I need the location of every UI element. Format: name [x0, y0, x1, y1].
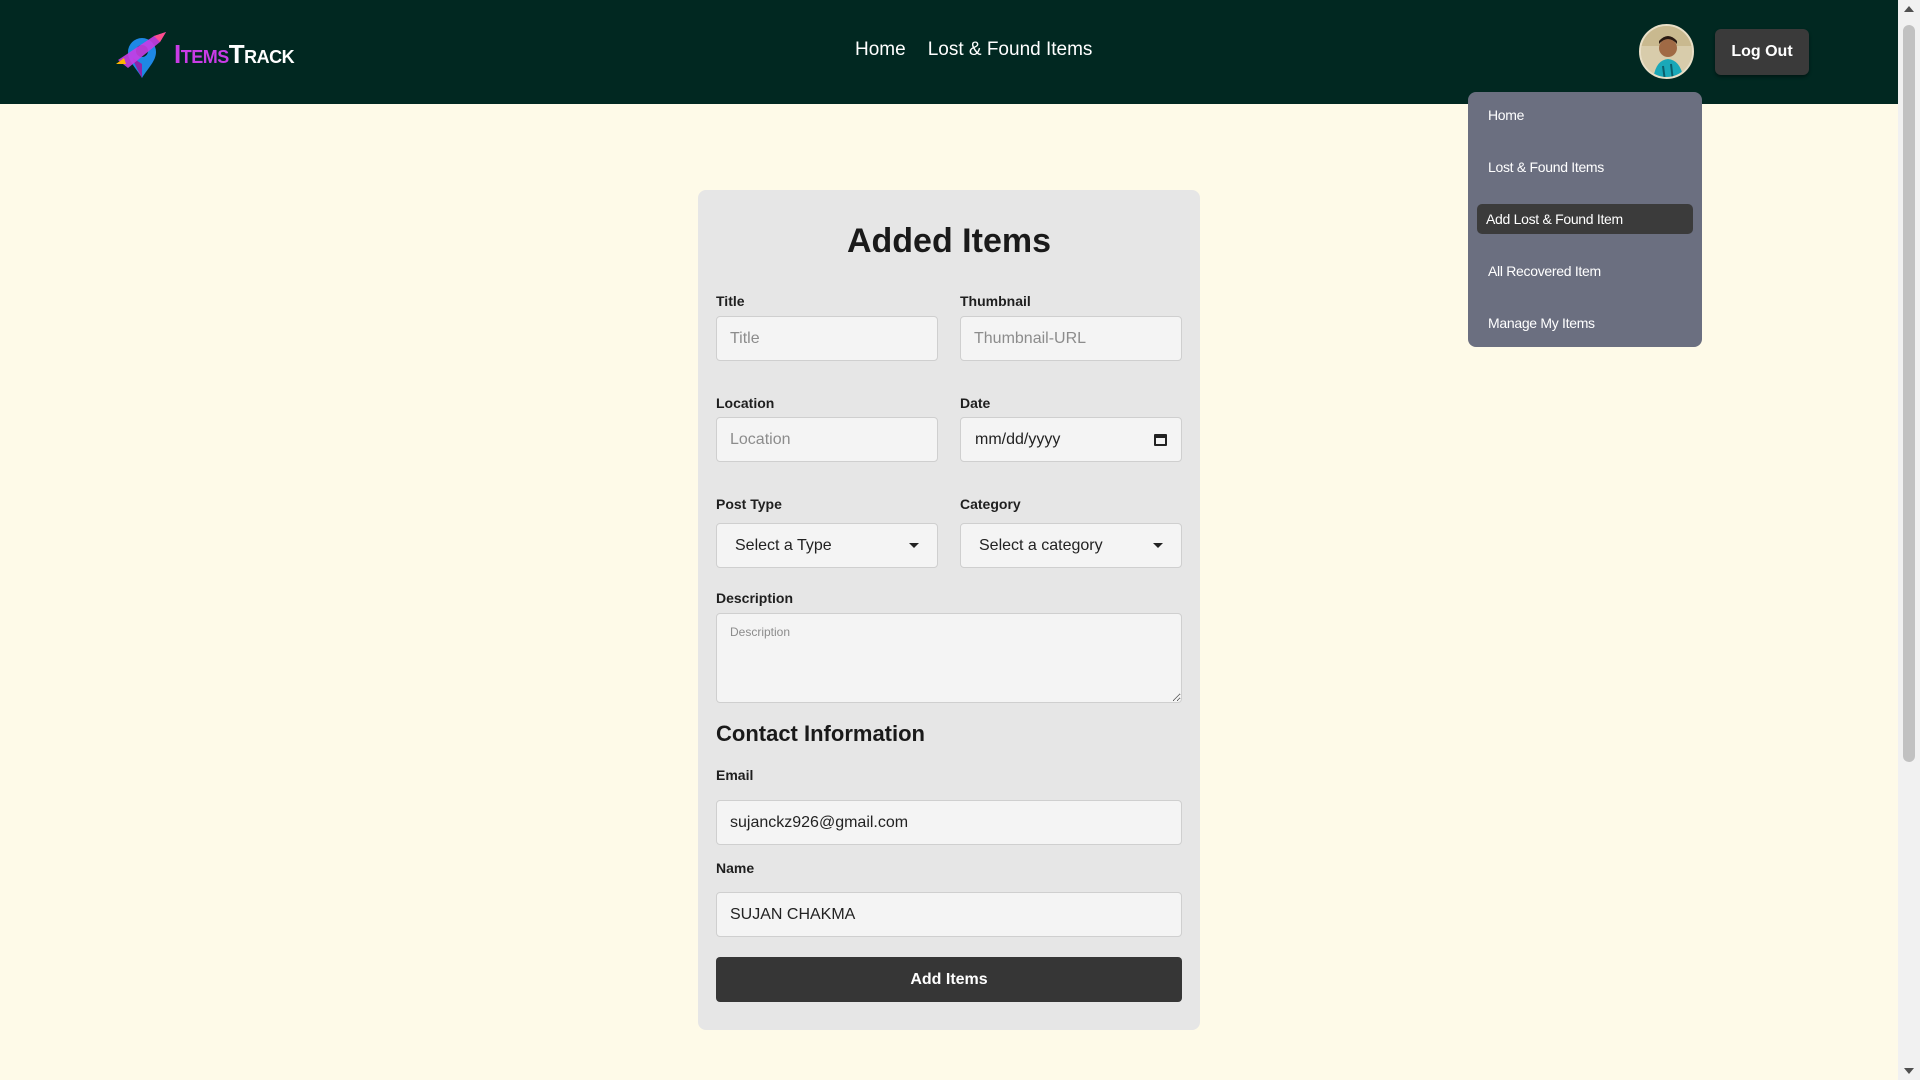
user-avatar[interactable] [1639, 24, 1694, 79]
date-input[interactable]: mm/dd/yyyy [960, 417, 1182, 462]
brand-logo[interactable]: ItemsTrack [114, 28, 295, 80]
dropdown-item-all-recovered-item[interactable]: All Recovered Item [1477, 256, 1693, 286]
location-pin-logo-icon [114, 28, 170, 80]
email-label: Email [716, 767, 754, 783]
date-input-value: mm/dd/yyyy [975, 430, 1061, 448]
email-input[interactable] [716, 800, 1182, 845]
brand-name: ItemsTrack [174, 38, 295, 70]
brand-name-part2: Track [228, 38, 295, 69]
calendar-icon[interactable] [1154, 433, 1167, 446]
chevron-down-icon [1153, 543, 1163, 548]
dropdown-item-lost-found-items[interactable]: Lost & Found Items [1477, 152, 1693, 182]
location-label: Location [716, 395, 775, 411]
scroll-down-arrow-icon[interactable] [1904, 1068, 1914, 1074]
page-scrollbar[interactable] [1898, 0, 1920, 1080]
chevron-down-icon [909, 543, 919, 548]
user-dropdown-menu: Home Lost & Found Items Add Lost & Found… [1468, 92, 1702, 347]
thumbnail-url-input[interactable] [960, 316, 1182, 361]
category-label: Category [960, 496, 1021, 512]
post-type-selected-value: Select a Type [735, 536, 832, 554]
post-type-label: Post Type [716, 496, 782, 512]
thumbnail-label: Thumbnail [960, 293, 1031, 309]
add-item-form-card: Added Items Title Thumbnail Location Dat… [698, 190, 1200, 1030]
dropdown-item-manage-my-items[interactable]: Manage My Items [1477, 308, 1693, 338]
avatar-photo-icon [1641, 26, 1692, 77]
contact-info-heading: Contact Information [716, 721, 925, 746]
name-input[interactable] [716, 892, 1182, 937]
main-nav: Home Lost & Found Items [855, 39, 1092, 61]
category-selected-value: Select a category [979, 536, 1103, 554]
dropdown-item-add-lost-found-item[interactable]: Add Lost & Found Item [1477, 204, 1693, 234]
date-label: Date [960, 395, 991, 411]
description-label: Description [716, 590, 794, 606]
title-input[interactable] [716, 316, 938, 361]
nav-link-lost-found-items[interactable]: Lost & Found Items [928, 39, 1093, 61]
name-label: Name [716, 860, 755, 876]
navbar: ItemsTrack Home Lost & Found Items Log O… [0, 0, 1898, 104]
brand-name-part1: Items [174, 38, 229, 69]
add-items-button[interactable]: Add Items [716, 957, 1182, 1002]
nav-link-home[interactable]: Home [855, 39, 906, 61]
form-heading: Added Items [846, 222, 1052, 260]
post-type-select[interactable]: Select a Type [716, 523, 938, 568]
location-input[interactable] [716, 417, 938, 462]
dropdown-item-home[interactable]: Home [1477, 100, 1693, 130]
logout-button[interactable]: Log Out [1715, 29, 1809, 75]
scroll-up-arrow-icon[interactable] [1904, 6, 1914, 12]
description-textarea[interactable] [716, 613, 1182, 703]
category-select[interactable]: Select a category [960, 523, 1182, 568]
title-label: Title [716, 293, 745, 309]
scrollbar-thumb[interactable] [1903, 25, 1915, 762]
